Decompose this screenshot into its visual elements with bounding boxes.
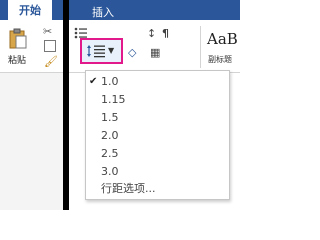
split-divider — [63, 0, 69, 210]
menu-item-1-5[interactable]: 1.5 — [86, 109, 229, 127]
paste-icon[interactable] — [8, 28, 28, 50]
line-spacing-icon[interactable] — [86, 44, 106, 58]
checkmark-icon: ✔ — [89, 76, 98, 87]
copy-icon[interactable] — [44, 40, 56, 52]
menu-item-1-0[interactable]: ✔ 1.0 — [86, 73, 229, 91]
line-spacing-dropdown: ✔ 1.0 1.15 1.5 2.0 2.5 3.0 行距选项... — [85, 70, 230, 200]
menu-item-line-spacing-options[interactable]: 行距选项... — [86, 180, 229, 198]
side-panel — [0, 73, 63, 210]
menu-item-3-0[interactable]: 3.0 — [86, 163, 229, 181]
chevron-down-icon[interactable]: ▼ — [108, 46, 114, 55]
menu-item-label: 2.5 — [101, 147, 119, 160]
style-sample: AaB — [207, 30, 238, 48]
menu-item-label: 2.0 — [101, 129, 119, 142]
cut-icon[interactable]: ✂ — [43, 25, 52, 38]
menu-item-1-15[interactable]: 1.15 — [86, 91, 229, 109]
menu-item-2-5[interactable]: 2.5 — [86, 145, 229, 163]
show-formatting-icon[interactable]: ¶ — [162, 27, 169, 40]
menu-item-label: 1.0 — [101, 75, 119, 88]
borders-icon[interactable]: ▦ — [150, 46, 160, 59]
format-painter-icon[interactable]: 🖌 — [44, 55, 58, 68]
menu-item-2-0[interactable]: 2.0 — [86, 127, 229, 145]
sort-icon[interactable]: ↕ — [147, 27, 156, 40]
style-gallery[interactable]: AaB 副标题 — [200, 26, 241, 68]
menu-item-label: 行距选项... — [101, 182, 156, 195]
shading-icon[interactable]: ◇ — [128, 46, 136, 59]
paste-label: 粘贴 — [8, 56, 27, 66]
ribbon-tab-bar: 开始 插入 — [0, 0, 240, 22]
menu-item-label: 1.15 — [101, 93, 126, 106]
style-name: 副标题 — [208, 55, 232, 64]
menu-item-label: 3.0 — [101, 165, 119, 178]
tab-insert[interactable]: 插入 — [92, 4, 114, 20]
menu-item-label: 1.5 — [101, 111, 119, 124]
tab-home[interactable]: 开始 — [8, 0, 52, 22]
